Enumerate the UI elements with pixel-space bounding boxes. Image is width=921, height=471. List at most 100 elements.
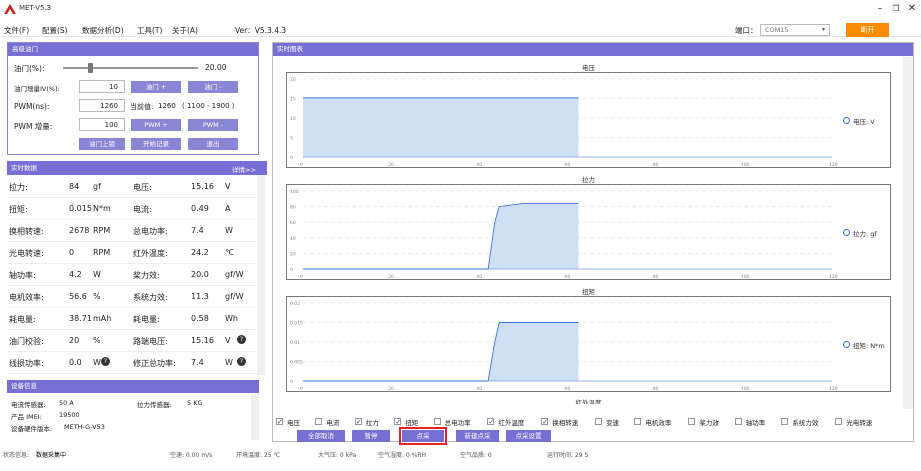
realtime-panel: 实时数据 详情>> 拉力: 84 gf 电压: 15.16 V 扭矩: 0.015 N*m 电流:… bbox=[7, 161, 267, 375]
throttle-up-button[interactable]: 油门 + bbox=[131, 81, 181, 93]
point-sample-button[interactable]: 点采 bbox=[399, 427, 447, 445]
x-tick-label: 100 bbox=[741, 386, 750, 392]
minimize-icon[interactable]: – bbox=[872, 1, 888, 16]
status-value: 数据采集中 bbox=[36, 452, 67, 459]
realtime-l2: 总电功率: bbox=[133, 227, 168, 236]
port-select[interactable]: COM15 ▾ bbox=[760, 24, 830, 36]
current-sensor-label: 电流传感器: bbox=[11, 401, 46, 409]
y-tick-label: 0 bbox=[290, 267, 293, 273]
series-checkbox[interactable] bbox=[688, 418, 696, 425]
y-tick-label: 0.015 bbox=[290, 321, 303, 327]
series-checkbox[interactable]: ✓ bbox=[394, 418, 402, 426]
port-label: 端口： bbox=[735, 26, 758, 35]
status-bar: 状态信息: 数据采集中 空速: 0.00 m/s 环境温度: 25 ℃ 大气压:… bbox=[0, 448, 921, 460]
details-link[interactable]: 详情>> bbox=[232, 164, 256, 174]
y-tick-label: 40 bbox=[290, 236, 296, 242]
chart-frame: 0 0.005 0.01 0.015 0.02 0 20 40 60 80 100 120 扭矩: N*… bbox=[286, 296, 891, 392]
series-checkbox[interactable]: ✓ bbox=[487, 418, 495, 426]
status-runtime: 运行时间: 29 S bbox=[547, 452, 589, 459]
start-record-button[interactable]: 开始记录 bbox=[131, 138, 181, 150]
app-logo-icon bbox=[4, 4, 16, 14]
cancel-all-button[interactable]: 全部取消 bbox=[297, 430, 345, 442]
legend-marker-icon bbox=[843, 341, 850, 348]
point-sample-settings-button[interactable]: 点采设置 bbox=[506, 430, 551, 442]
help-icon[interactable]: ? bbox=[237, 357, 246, 366]
series-checkbox[interactable] bbox=[634, 418, 642, 425]
realtime-rows: 拉力: 84 gf 电压: 15.16 V 扭矩: 0.015 N*m 电流: 0.49 A 换相转速:… bbox=[7, 175, 265, 375]
pause-button[interactable]: 暂停 bbox=[352, 430, 390, 442]
realtime-u1: W bbox=[93, 358, 101, 367]
device-scrollbar[interactable] bbox=[251, 394, 259, 440]
realtime-l1: 线损功率: bbox=[9, 359, 44, 368]
realtime-u1: RPM bbox=[93, 248, 111, 257]
series-checkbox-label: 电流 bbox=[326, 419, 340, 427]
realtime-v2: 7.4 bbox=[191, 358, 204, 367]
series-checkbox[interactable]: ✓ bbox=[276, 418, 283, 426]
disconnect-button[interactable]: 断开 bbox=[846, 23, 889, 37]
throttle-down-button[interactable]: 油门 - bbox=[188, 81, 238, 93]
realtime-v1: 20 bbox=[69, 336, 80, 345]
x-tick-label: 120 bbox=[829, 162, 838, 168]
force-sensor-label: 拉力传感器: bbox=[137, 401, 172, 409]
series-checkbox[interactable]: ✓ bbox=[354, 418, 362, 426]
pwm-down-button[interactable]: PWM - bbox=[188, 119, 238, 131]
x-tick-label: 40 bbox=[476, 386, 482, 392]
realtime-v2: 15.16 bbox=[191, 182, 214, 191]
pwm-up-button[interactable]: PWM + bbox=[131, 119, 181, 131]
x-tick-label: 0 bbox=[300, 274, 303, 280]
menu-file[interactable]: 文件(F) bbox=[4, 25, 29, 36]
charts-scrollbar[interactable] bbox=[903, 57, 913, 409]
exit-button[interactable]: 退出 bbox=[188, 138, 238, 150]
imei-value: 19500 bbox=[59, 411, 80, 419]
pwm-label: PWM(ns): bbox=[14, 102, 50, 111]
throttle-value: 20.00 bbox=[205, 63, 227, 72]
series-checkbox[interactable] bbox=[734, 418, 742, 425]
series-checkbox[interactable]: ✓ bbox=[541, 418, 549, 426]
increment-input[interactable]: 10 bbox=[79, 80, 125, 93]
series-checkbox[interactable] bbox=[595, 418, 602, 425]
realtime-row: 拉力: 84 gf 电压: 15.16 V bbox=[7, 175, 265, 198]
realtime-v1: 4.2 bbox=[69, 270, 82, 279]
area-fill bbox=[303, 97, 579, 157]
realtime-scrollbar[interactable] bbox=[257, 175, 265, 375]
y-tick-label: 20 bbox=[290, 251, 296, 257]
pwm-increment-input[interactable]: 100 bbox=[79, 118, 125, 131]
menu-tools[interactable]: 工具(T) bbox=[137, 25, 162, 36]
close-icon[interactable]: ✕ bbox=[904, 1, 920, 16]
area-fill bbox=[303, 203, 579, 269]
throttle-lock-button[interactable]: 油门上锁 bbox=[79, 138, 125, 150]
series-checkbox-label: 电压 bbox=[287, 419, 300, 427]
new-point-sample-button[interactable]: 新建点采 bbox=[456, 430, 499, 442]
x-tick-label: 40 bbox=[476, 162, 482, 168]
y-tick-label: 0 bbox=[290, 379, 293, 385]
chart-title: 拉力 bbox=[582, 176, 595, 184]
realtime-v1: 56.6 bbox=[69, 292, 87, 301]
throttle-slider-handle[interactable] bbox=[88, 63, 93, 73]
x-tick-label: 80 bbox=[653, 162, 659, 168]
pwm-input[interactable]: 1260 bbox=[79, 99, 125, 112]
chart-frame: 0 5 10 15 20 0 20 40 60 80 100 120 电压: V bbox=[286, 72, 891, 168]
series-checkbox-label: 总电功率 bbox=[444, 419, 471, 427]
y-tick-label: 80 bbox=[290, 205, 296, 211]
series-checkbox[interactable] bbox=[433, 418, 441, 425]
realtime-l2: 桨力效: bbox=[133, 271, 160, 280]
device-panel: 设备信息 电流传感器: 50 A 拉力传感器: 5 KG 产品 IMEI: 19… bbox=[7, 380, 259, 440]
throttle-slider-track[interactable] bbox=[63, 67, 198, 69]
help-icon[interactable]: ? bbox=[101, 357, 110, 366]
menu-analysis[interactable]: 数据分析(D) bbox=[82, 25, 124, 36]
maximize-icon[interactable]: ❐ bbox=[888, 1, 904, 16]
charts-container: 电压 0 5 10 15 20 0 20 40 60 80 100 120 电压: V 拉力 0 20 40 60 8… bbox=[273, 57, 902, 404]
series-checkbox-label: 桨力效 bbox=[699, 419, 719, 427]
series-checkbox[interactable] bbox=[315, 418, 323, 425]
series-checkbox-label: 变速 bbox=[606, 419, 619, 427]
series-checkbox[interactable] bbox=[835, 418, 843, 425]
realtime-l2: 系统力效: bbox=[133, 293, 168, 302]
series-checkbox-label: 拉力 bbox=[365, 419, 379, 427]
realtime-row: 光电转速: 0 RPM 红外温度: 24.2 ℃ bbox=[7, 241, 265, 264]
throttle-label: 油门(%): bbox=[14, 64, 45, 73]
menu-config[interactable]: 配置(S) bbox=[42, 25, 68, 36]
series-checkbox-label: 系统力效 bbox=[792, 419, 819, 427]
menu-about[interactable]: 关于(A) bbox=[172, 25, 198, 36]
series-checkbox[interactable] bbox=[781, 418, 789, 425]
help-icon[interactable]: ? bbox=[237, 335, 246, 344]
